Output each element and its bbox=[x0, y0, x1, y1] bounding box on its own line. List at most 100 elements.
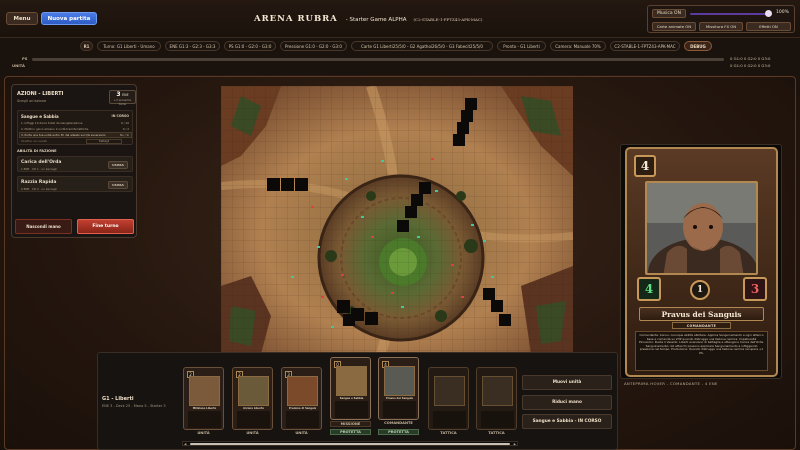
menu-button[interactable]: Menu bbox=[6, 12, 38, 25]
hand-card-text bbox=[335, 401, 368, 418]
scroll-left-icon[interactable]: ◀ bbox=[184, 442, 186, 446]
ability-name: Carica dell'Orda bbox=[21, 160, 62, 165]
end-turn-button[interactable]: Fine turno bbox=[77, 219, 134, 234]
effects-toggle[interactable]: Effetti ON bbox=[746, 22, 791, 31]
move-units-button[interactable]: Muovi unità bbox=[522, 375, 612, 390]
fx-mix-toggle[interactable]: Missitura FX ON bbox=[699, 22, 743, 31]
hand-card[interactable]: 4 Pravus dei Sanguis bbox=[378, 357, 419, 420]
mission-box[interactable]: Sangue e Sabbia IN CORSO 1. Infliggi 10 … bbox=[17, 110, 133, 145]
status-bar: R1 Turno: G1 Liberti - Umano ENE G1:3 - … bbox=[0, 40, 800, 54]
cards-anim-toggle[interactable]: Carte animate ON bbox=[652, 22, 696, 31]
new-game-button[interactable]: Nuova partita bbox=[41, 12, 97, 25]
hand-scrollbar-thumb[interactable] bbox=[190, 443, 510, 445]
hand-card-text bbox=[188, 411, 221, 428]
ene-counter: 3 ENE +3 prossimo turno bbox=[109, 90, 136, 106]
hand-card-text bbox=[286, 411, 319, 428]
hand-card-text bbox=[383, 401, 416, 418]
hand-card-art bbox=[384, 366, 415, 396]
hide-hand-button[interactable]: Nascondi mano bbox=[15, 219, 72, 234]
reduce-hand-button[interactable]: Riduci mano bbox=[522, 395, 612, 410]
preview-caption: ANTEPRIMA HOVER - COMANDANTE - 4 ENE bbox=[624, 381, 718, 386]
hand-card[interactable]: 2 Miliziano Liberto bbox=[183, 367, 224, 430]
objective-1: 1. Infliggi 10 danni totali da Gangstera… bbox=[21, 121, 83, 125]
volume-slider-track[interactable] bbox=[690, 13, 770, 15]
hand-card[interactable]: 2 Arciere Liberto bbox=[232, 367, 273, 430]
ability-name: Razzia Rapida bbox=[21, 180, 57, 185]
protected-badge: PROTETTA bbox=[378, 429, 419, 435]
ability-card[interactable]: Razzia Rapida 0 ENE · CD 2 · no bersagli… bbox=[17, 176, 133, 192]
hand-card-name: Miliziano Liberto bbox=[192, 407, 217, 410]
card-text: Comandante: bonus: ovunque abilità abili… bbox=[635, 331, 768, 371]
attack-stat: 4 bbox=[637, 277, 661, 301]
hand-card-label: MISSIONE bbox=[330, 421, 371, 427]
ability-desc: 0 ENE · CD 2 · no bersagli bbox=[21, 187, 57, 191]
camera-chip[interactable]: Camera: Manuale 70% bbox=[550, 41, 606, 51]
ability-use-button[interactable]: USURA bbox=[108, 161, 128, 169]
game-title-name: ARENA RUBRA bbox=[254, 14, 338, 24]
preview-card: 4 4 1 3 Pravus dei Sanguis COMANDANTE Co… bbox=[625, 147, 778, 377]
ps-label: PS bbox=[22, 56, 28, 61]
player-info: ENE 3 - Deck 25 - Mano 5 - Starter 3 bbox=[102, 404, 166, 408]
debug-button[interactable]: DEBUG bbox=[684, 41, 712, 51]
actions-title: AZIONI - LIBERTI bbox=[17, 91, 64, 97]
hand-card[interactable] bbox=[428, 367, 469, 430]
hand-card-label: TATTICA bbox=[488, 431, 505, 435]
protected-badge: PROTETTA bbox=[330, 429, 371, 435]
pressure-chip: Pressione G1:0 - G2:0 - G3:0 bbox=[280, 41, 347, 51]
ability-desc: 1 ENE · CD 1 · no bersagli bbox=[21, 167, 57, 171]
objectives-footer: Obiettivi non svelati bbox=[21, 140, 48, 143]
objectives-details-button[interactable]: Dettagli bbox=[86, 139, 122, 144]
hand-card-label: UNITÀ bbox=[246, 431, 259, 435]
hand-card-art bbox=[336, 366, 367, 396]
cards-chip: Carte G1 Liberti25/5/0 - G2 Agathoi26/5/… bbox=[351, 41, 493, 51]
ready-chip: Pronto - G1 Liberti bbox=[497, 41, 546, 51]
units-values: 0 G1:0 0 G2:0 0 G3:0 bbox=[730, 63, 771, 68]
map-graphic bbox=[221, 86, 573, 354]
player-name: G1 - Liberti bbox=[102, 396, 134, 402]
ability-card[interactable]: Carica dell'Orda 1 ENE · CD 1 · no bersa… bbox=[17, 156, 133, 172]
hand-card-text bbox=[481, 411, 514, 428]
health-stat: 3 bbox=[743, 277, 767, 301]
hand-card-name: Predone di Sanguis bbox=[288, 407, 317, 410]
hand-card-label: TATTICA bbox=[440, 431, 457, 435]
audio-panel: Musica ON 100% Carte animate ON Missitur… bbox=[647, 5, 795, 33]
hand-card-label: UNITÀ bbox=[295, 431, 308, 435]
objective-3: 3. Porta una tua unità entro 3h dal alle… bbox=[21, 133, 106, 137]
ability-use-button[interactable]: USURA bbox=[108, 181, 128, 189]
ps-values: 0 G1:0 0 G2:0 0 G3:0 bbox=[730, 56, 771, 61]
round-chip: R1 bbox=[80, 41, 93, 51]
hand-card[interactable]: 0 Sangue e Sabbia bbox=[330, 357, 371, 420]
objective-1-progress: 0 / 10 bbox=[120, 121, 129, 125]
hand-card-text bbox=[433, 411, 466, 428]
card-type: COMANDANTE bbox=[672, 322, 731, 329]
ene-unit: ENE bbox=[122, 93, 129, 97]
hand-card[interactable]: 3 Predone di Sanguis bbox=[281, 367, 322, 430]
units-label: UNITÀ bbox=[12, 63, 25, 68]
ps-chip: PS G1:0 - G2:0 - G3:0 bbox=[224, 41, 276, 51]
hand-card-art bbox=[189, 376, 220, 406]
game-map[interactable] bbox=[221, 86, 573, 354]
turn-chip: Turno: G1 Liberti - Umano bbox=[97, 41, 161, 51]
hand-card-label: COMANDANTE bbox=[384, 421, 413, 425]
hand-card-text bbox=[237, 411, 270, 428]
hand-card-art bbox=[287, 376, 318, 406]
top-bar: Menu Nuova partita ARENA RUBRA - Starter… bbox=[0, 0, 800, 38]
mission-status: IN CORSO bbox=[111, 114, 129, 118]
ps-row: PS 0 G1:0 0 G2:0 0 G3:0 UNITÀ 0 G1:0 0 G… bbox=[0, 55, 800, 73]
volume-slider-thumb[interactable] bbox=[765, 10, 772, 17]
hand-card-label: UNITÀ bbox=[197, 431, 210, 435]
warrior-portrait bbox=[647, 183, 756, 273]
range-stat: 1 bbox=[690, 280, 710, 300]
ene-next: +3 prossimo turno bbox=[113, 98, 132, 106]
hand-card[interactable] bbox=[476, 367, 517, 430]
scroll-right-icon[interactable]: ▶ bbox=[514, 442, 516, 446]
hand-card-name: Arciere Liberto bbox=[242, 407, 265, 410]
hand-card-art bbox=[238, 376, 269, 406]
hand-scrollbar[interactable]: ◀ ▶ bbox=[182, 441, 518, 446]
abilities-title: ABILITÀ DI FAZIONE bbox=[17, 149, 57, 153]
music-toggle[interactable]: Musica ON bbox=[652, 9, 686, 18]
mission-status-button[interactable]: Sangue e Sabbia - IN CORSO bbox=[522, 414, 612, 429]
ene-value: 3 bbox=[116, 91, 121, 98]
hand-card-art bbox=[482, 376, 513, 406]
actions-subtitle: Scegli un'azione bbox=[17, 99, 47, 103]
